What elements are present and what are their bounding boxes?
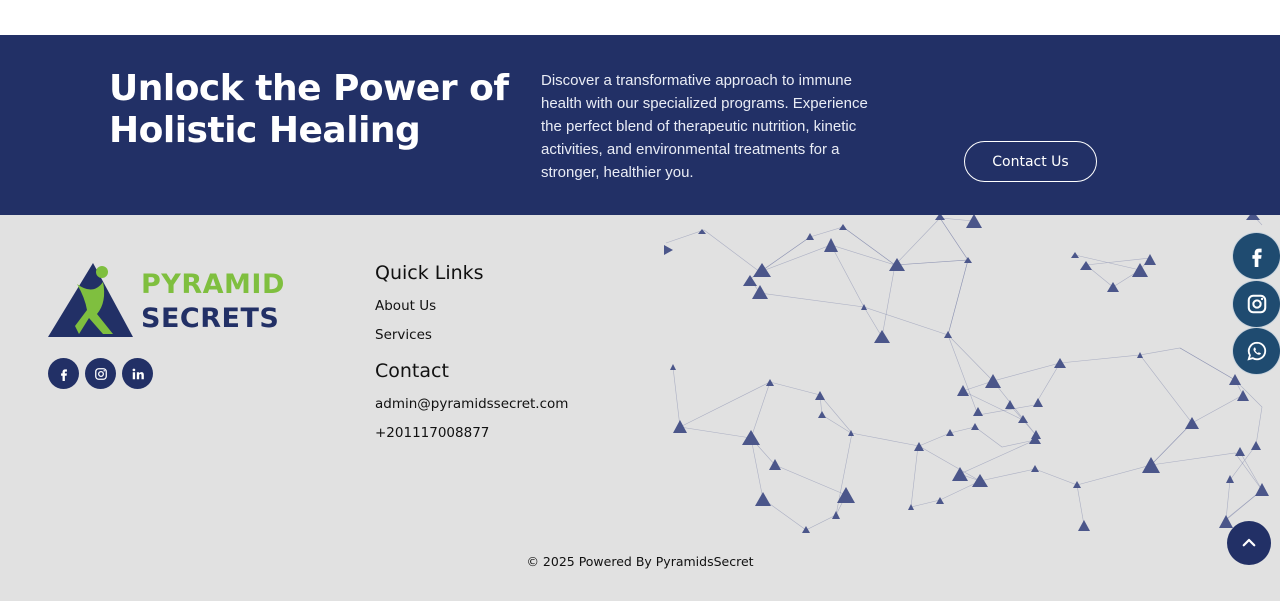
about-us-link[interactable]: About Us — [375, 298, 436, 314]
floating-facebook-button[interactable] — [1232, 232, 1280, 280]
scroll-to-top-button[interactable] — [1227, 521, 1271, 565]
cta-description: Discover a transformative approach to im… — [541, 72, 868, 181]
phone-link[interactable]: +201117008877 — [375, 425, 489, 441]
quick-links-heading: Quick Links — [375, 262, 484, 284]
logo-text-line2: SECRETS — [141, 303, 280, 334]
whatsapp-icon — [1246, 341, 1266, 361]
facebook-icon — [1251, 248, 1262, 267]
email-link[interactable]: admin@pyramidssecret.com — [375, 396, 568, 412]
services-link[interactable]: Services — [375, 327, 432, 343]
floating-instagram-button[interactable] — [1232, 280, 1280, 328]
chevron-up-icon — [1242, 538, 1256, 547]
social-links — [48, 358, 153, 389]
instagram-icon — [1247, 294, 1266, 314]
cta-title: Unlock the Power of Holistic Healing — [109, 68, 509, 151]
contact-us-button[interactable]: Contact Us — [964, 141, 1097, 182]
logo-text-line1: PYRAMID — [141, 269, 285, 300]
floating-whatsapp-button[interactable] — [1232, 327, 1280, 375]
copyright-text: © 2025 Powered By PyramidsSecret — [526, 554, 754, 569]
instagram-icon[interactable] — [85, 358, 116, 389]
facebook-icon[interactable] — [48, 358, 79, 389]
linkedin-icon[interactable] — [122, 358, 153, 389]
contact-heading: Contact — [375, 360, 449, 382]
